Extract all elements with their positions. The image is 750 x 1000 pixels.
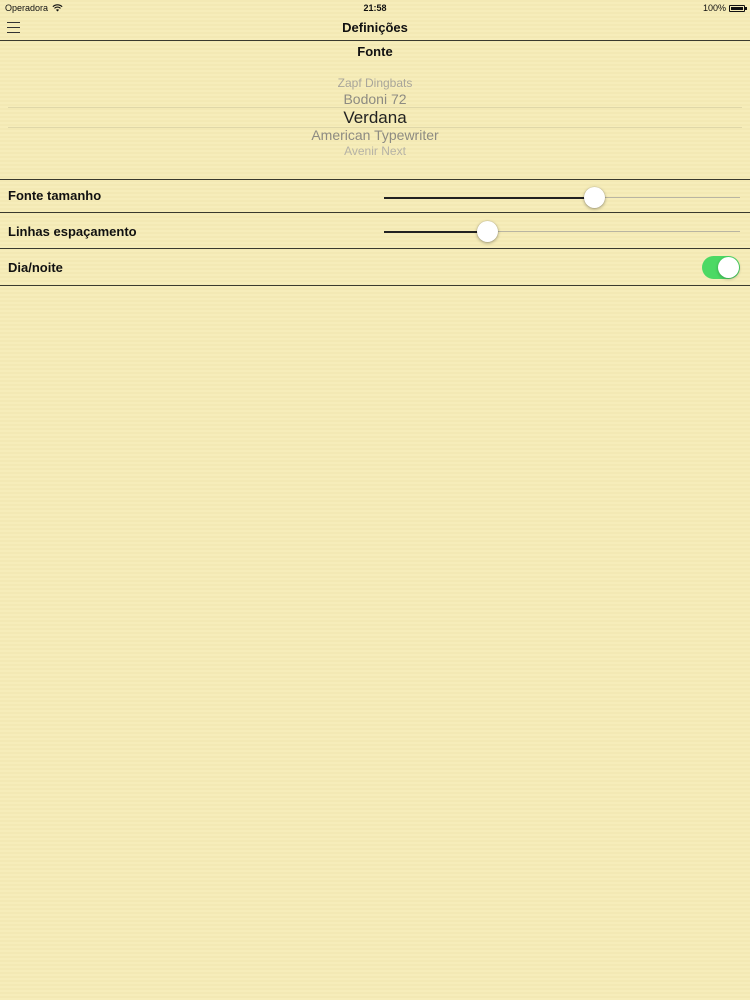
page-title: Definições xyxy=(342,20,408,35)
battery-icon xyxy=(729,4,747,12)
font-size-row: Fonte tamanho xyxy=(0,179,750,216)
line-spacing-row: Linhas espaçamento xyxy=(0,212,750,249)
font-size-label: Fonte tamanho xyxy=(8,188,102,203)
status-time: 21:58 xyxy=(363,3,387,13)
font-picker[interactable]: Zapf Dingbats Bodoni 72 Verdana American… xyxy=(0,66,750,166)
divider xyxy=(0,285,750,286)
day-night-toggle[interactable] xyxy=(702,256,740,279)
slider-fill xyxy=(384,231,488,233)
status-bar: Operadora 21:58 100% xyxy=(0,0,750,16)
line-spacing-slider[interactable] xyxy=(384,221,740,242)
slider-fill xyxy=(384,197,595,199)
font-section-title: Fonte xyxy=(357,44,393,59)
slider-thumb[interactable] xyxy=(477,221,499,242)
day-night-row: Dia/noite xyxy=(0,248,750,285)
day-night-label: Dia/noite xyxy=(8,260,63,275)
picker-item-selected[interactable]: Verdana xyxy=(0,108,750,128)
picker-item[interactable]: Bodoni 72 xyxy=(0,91,750,107)
settings-screen: Operadora 21:58 100% Definições Fonte Za… xyxy=(0,0,750,1000)
picker-item[interactable]: Zapf Dingbats xyxy=(0,76,750,90)
line-spacing-label: Linhas espaçamento xyxy=(8,224,137,239)
picker-item[interactable]: Avenir Next xyxy=(0,144,750,158)
status-right: 100% xyxy=(702,3,747,13)
toggle-knob xyxy=(718,257,739,278)
slider-thumb[interactable] xyxy=(584,187,606,208)
picker-item[interactable]: American Typewriter xyxy=(0,127,750,143)
battery-percent: 100% xyxy=(702,3,726,13)
font-size-slider[interactable] xyxy=(384,187,740,208)
nav-bar: Definições xyxy=(0,16,750,41)
